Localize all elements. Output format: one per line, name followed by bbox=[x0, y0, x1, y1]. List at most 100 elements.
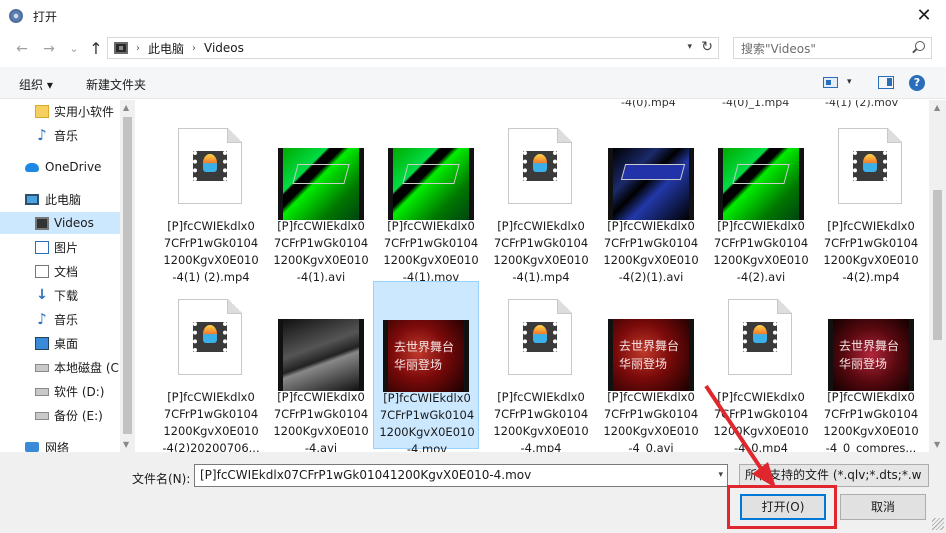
file-tile[interactable]: [P]fcCWIEkdlx0 7CFrP1wGk0104 1200KgvX0E0… bbox=[818, 110, 924, 284]
sidebar-item-label: 图片 bbox=[54, 240, 79, 255]
scroll-down-icon[interactable]: ▼ bbox=[123, 440, 129, 449]
organize-button[interactable]: 组织 ▾ bbox=[19, 76, 53, 93]
video-folder-icon bbox=[114, 42, 128, 54]
sidebar-item-label: 本地磁盘 (C bbox=[54, 360, 119, 375]
scroll-up-icon[interactable]: ▲ bbox=[934, 103, 940, 112]
resize-grip-icon[interactable] bbox=[932, 518, 944, 530]
close-icon[interactable]: ✕ bbox=[914, 6, 934, 26]
file-list-scrollbar-thumb[interactable] bbox=[933, 190, 942, 340]
sidebar-item-label: 音乐 bbox=[54, 128, 79, 143]
sidebar-item-this-pc[interactable]: 此电脑 bbox=[0, 188, 120, 210]
view-options-icon[interactable] bbox=[823, 77, 838, 88]
sidebar-item-music[interactable]: ♪ 音乐 bbox=[0, 308, 120, 330]
file-tile[interactable]: [P]fcCWIEkdlx0 7CFrP1wGk0104 1200KgvX0E0… bbox=[158, 110, 264, 284]
file-name: [P]fcCWIEkdlx0 7CFrP1wGk0104 1200KgvX0E0… bbox=[713, 390, 809, 452]
file-tile[interactable]: [P]fcCWIEkdlx0 7CFrP1wGk0104 1200KgvX0E0… bbox=[488, 110, 594, 284]
sidebar-scrollbar[interactable]: ▲ ▼ bbox=[120, 100, 135, 452]
file-tile[interactable]: [P]fcCWIEkdlx0 7CFrP1wGk0104 1200KgvX0E0… bbox=[818, 281, 924, 452]
scroll-down-icon[interactable]: ▼ bbox=[934, 440, 940, 449]
chevron-down-icon[interactable]: ▾ bbox=[847, 77, 852, 87]
chevron-down-icon[interactable]: ▾ bbox=[718, 465, 723, 486]
file-list: -4(0).mp4 -4(0)_1.mp4 -4(1) (2).mov [P]f… bbox=[135, 100, 928, 452]
sidebar-item-videos[interactable]: Videos bbox=[0, 212, 120, 234]
scroll-up-icon[interactable]: ▲ bbox=[123, 103, 129, 112]
filename-value: [P]fcCWIEkdlx07CFrP1wGk01041200KgvX0E010… bbox=[200, 468, 532, 482]
window-title: 打开 bbox=[33, 9, 58, 24]
cloud-icon bbox=[25, 162, 39, 172]
sidebar-item-desktop[interactable]: 桌面 bbox=[0, 332, 120, 354]
file-tile[interactable]: [P]fcCWIEkdlx0 7CFrP1wGk0104 1200KgvX0E0… bbox=[488, 281, 594, 452]
drive-icon bbox=[35, 364, 49, 372]
file-thumbnail bbox=[508, 128, 572, 204]
sidebar-scrollbar-thumb[interactable] bbox=[123, 117, 132, 434]
sidebar-item-drive-c[interactable]: 本地磁盘 (C bbox=[0, 356, 120, 378]
drive-icon bbox=[35, 412, 49, 420]
sidebar-item-documents[interactable]: 文档 bbox=[0, 260, 120, 282]
sidebar-item-onedrive[interactable]: OneDrive bbox=[0, 156, 120, 178]
address-bar[interactable]: › 此电脑 › Videos ▾ ↻ bbox=[107, 37, 719, 59]
sidebar-item-pictures[interactable]: 图片 bbox=[0, 236, 120, 258]
dialog-footer: 文件名(N): [P]fcCWIEkdlx07CFrP1wGk01041200K… bbox=[0, 452, 946, 533]
file-tile[interactable]: [P]fcCWIEkdlx0 7CFrP1wGk0104 1200KgvX0E0… bbox=[598, 110, 704, 284]
drive-icon bbox=[35, 388, 49, 396]
file-thumbnail bbox=[838, 128, 902, 204]
sidebar-item-label: OneDrive bbox=[45, 160, 102, 174]
partial-file-label: -4(1) (2).mov bbox=[825, 100, 899, 109]
sidebar-item-drive-d[interactable]: 软件 (D:) bbox=[0, 380, 120, 402]
cancel-button[interactable]: 取消 bbox=[840, 494, 926, 520]
folder-icon bbox=[35, 104, 49, 118]
file-tile[interactable]: [P]fcCWIEkdlx0 7CFrP1wGk0104 1200KgvX0E0… bbox=[378, 110, 484, 284]
recent-locations-icon[interactable]: ⌄ bbox=[65, 40, 83, 58]
file-name: [P]fcCWIEkdlx0 7CFrP1wGk0104 1200KgvX0E0… bbox=[162, 390, 260, 452]
up-icon[interactable]: ↑ bbox=[87, 40, 105, 58]
partial-file-label: -4(0).mp4 bbox=[621, 100, 676, 109]
new-folder-button[interactable]: 新建文件夹 bbox=[86, 76, 146, 93]
sidebar-item-label: 文档 bbox=[54, 264, 79, 279]
file-tile-selected[interactable]: [P]fcCWIEkdlx0 7CFrP1wGk0104 1200KgvX0E0… bbox=[373, 281, 479, 452]
breadcrumb-videos[interactable]: Videos bbox=[204, 41, 244, 55]
file-thumbnail bbox=[508, 299, 572, 375]
filename-input[interactable]: [P]fcCWIEkdlx07CFrP1wGk01041200KgvX0E010… bbox=[194, 464, 728, 487]
forward-icon[interactable]: → bbox=[40, 40, 58, 58]
sidebar-item-label: 下载 bbox=[54, 288, 79, 303]
back-icon[interactable]: ← bbox=[13, 40, 31, 58]
file-name: [P]fcCWIEkdlx0 7CFrP1wGk0104 1200KgvX0E0… bbox=[163, 219, 259, 284]
sidebar-item-utilities[interactable]: 实用小软件 bbox=[0, 100, 120, 122]
file-tile[interactable]: [P]fcCWIEkdlx0 7CFrP1wGk0104 1200KgvX0E0… bbox=[268, 110, 374, 284]
sidebar-item-label: 实用小软件 bbox=[54, 104, 115, 119]
file-list-scrollbar[interactable]: ▲ ▼ bbox=[929, 100, 946, 452]
file-type-select[interactable]: 所有支持的文件 (*.qlv;*.dts;*.w bbox=[739, 464, 929, 487]
refresh-icon[interactable]: ↻ bbox=[701, 39, 713, 55]
sidebar-item-label: 桌面 bbox=[54, 336, 79, 351]
video-thumbnail bbox=[278, 319, 364, 391]
sidebar-item-drive-e[interactable]: 备份 (E:) bbox=[0, 404, 120, 426]
help-icon[interactable]: ? bbox=[909, 75, 925, 91]
sidebar-item-network[interactable]: 网络 bbox=[0, 436, 120, 452]
sidebar-item-music-quick[interactable]: ♪ 音乐 bbox=[0, 124, 120, 146]
open-button[interactable]: 打开(O) bbox=[740, 494, 826, 520]
navigation-bar: ← → ⌄ ↑ › 此电脑 › Videos ▾ ↻ 搜索"Videos" bbox=[0, 32, 946, 65]
breadcrumb-this-pc[interactable]: 此电脑 bbox=[148, 40, 184, 57]
breadcrumb-separator: › bbox=[136, 42, 140, 54]
sidebar-item-label: 网络 bbox=[45, 440, 70, 453]
media-file-icon bbox=[853, 151, 887, 181]
file-tile[interactable]: [P]fcCWIEkdlx0 7CFrP1wGk0104 1200KgvX0E0… bbox=[708, 110, 814, 284]
sidebar-item-downloads[interactable]: ↓ 下载 bbox=[0, 284, 120, 306]
file-tile[interactable]: [P]fcCWIEkdlx0 7CFrP1wGk0104 1200KgvX0E0… bbox=[268, 281, 374, 452]
search-icon[interactable] bbox=[915, 41, 925, 51]
file-tile[interactable]: [P]fcCWIEkdlx0 7CFrP1wGk0104 1200KgvX0E0… bbox=[158, 281, 264, 452]
preview-pane-icon[interactable] bbox=[878, 76, 894, 89]
command-toolbar: 组织 ▾ 新建文件夹 ▾ ? bbox=[0, 67, 946, 99]
file-name: [P]fcCWIEkdlx0 7CFrP1wGk0104 1200KgvX0E0… bbox=[383, 219, 479, 284]
file-tile[interactable]: [P]fcCWIEkdlx0 7CFrP1wGk0104 1200KgvX0E0… bbox=[598, 281, 704, 452]
file-name: [P]fcCWIEkdlx0 7CFrP1wGk0104 1200KgvX0E0… bbox=[603, 219, 699, 284]
search-input[interactable]: 搜索"Videos" bbox=[733, 37, 932, 59]
video-thumbnail bbox=[608, 319, 694, 391]
sidebar-item-label: Videos bbox=[54, 216, 94, 230]
file-thumbnail bbox=[178, 299, 242, 375]
navigation-pane: 实用小软件 ♪ 音乐 OneDrive 此电脑 Videos 图片 文档 ↓ 下… bbox=[0, 100, 120, 452]
chevron-down-icon[interactable]: ▾ bbox=[687, 42, 692, 52]
file-name: [P]fcCWIEkdlx0 7CFrP1wGk0104 1200KgvX0E0… bbox=[493, 219, 589, 284]
file-tile[interactable]: [P]fcCWIEkdlx0 7CFrP1wGk0104 1200KgvX0E0… bbox=[708, 281, 814, 452]
sidebar-item-label: 音乐 bbox=[54, 312, 79, 327]
